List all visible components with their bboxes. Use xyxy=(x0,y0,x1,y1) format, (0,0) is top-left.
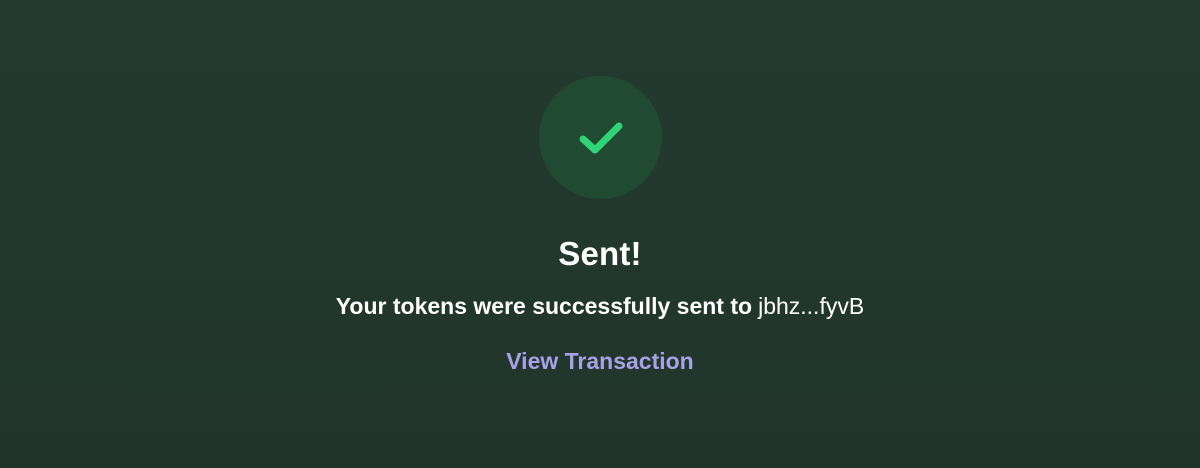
recipient-address: jbhz...fyvB xyxy=(758,293,865,319)
link-container: View Transaction xyxy=(0,345,1200,381)
success-message: Your tokens were successfully sent to jbh… xyxy=(0,290,1200,322)
message-text: Your tokens were successfully sent to xyxy=(335,293,753,319)
page-title: Sent! xyxy=(558,235,642,272)
success-badge xyxy=(539,76,662,199)
checkmark-icon xyxy=(579,122,622,153)
view-transaction-link[interactable]: View Transaction xyxy=(506,348,693,374)
send-success-panel: Sent! Your tokens were successfully sent… xyxy=(0,0,1200,468)
